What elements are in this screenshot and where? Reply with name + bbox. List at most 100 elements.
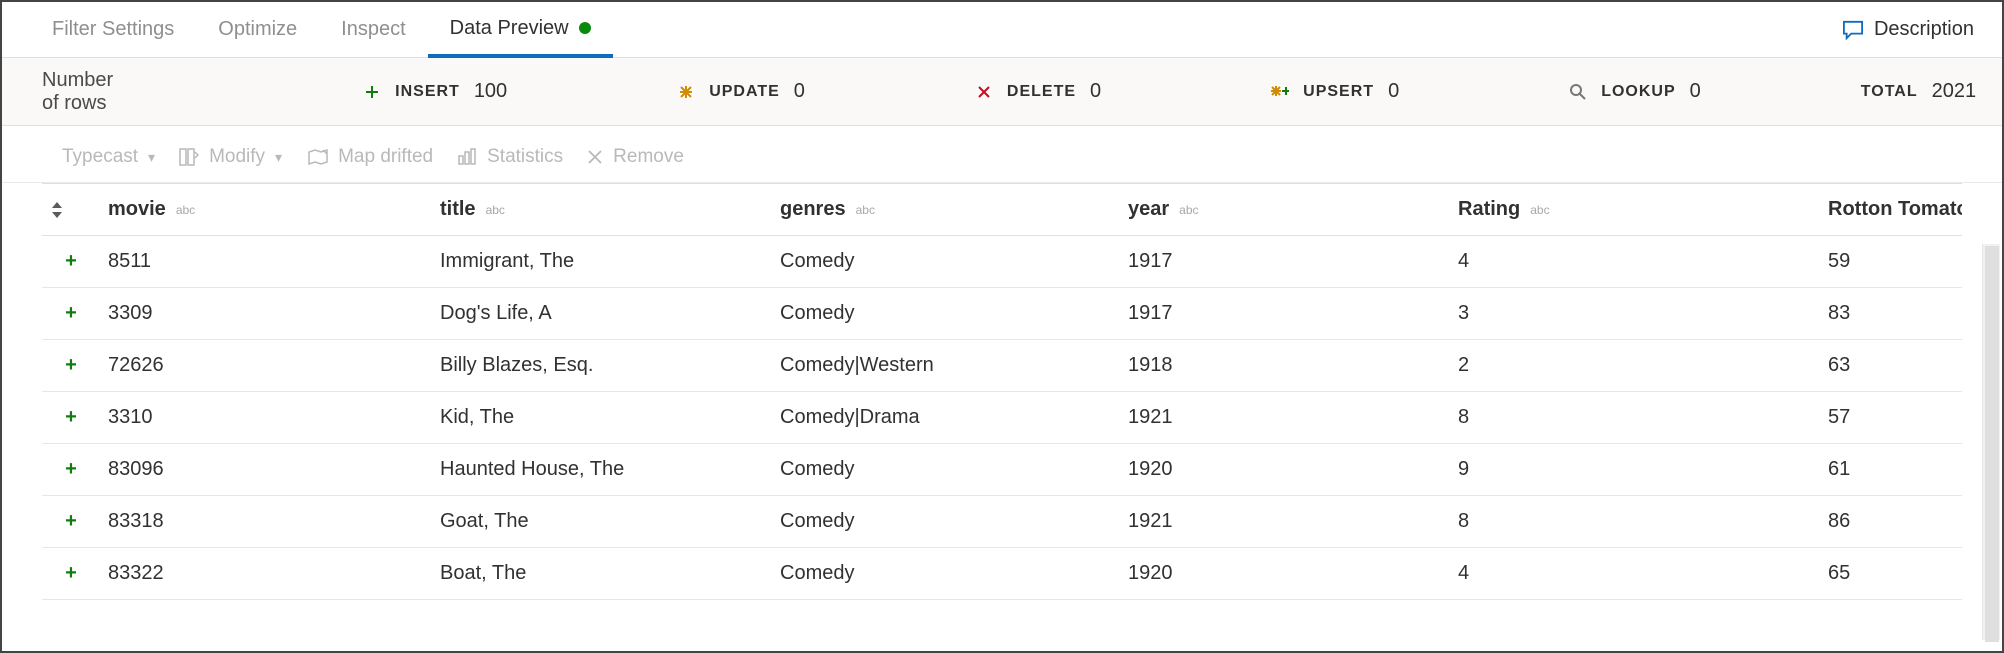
cell-rating: 4 <box>1450 548 1820 600</box>
stats-title: Number of rows <box>42 69 113 115</box>
cell-rotten: 83 <box>1820 288 1962 340</box>
table-row[interactable]: +83322Boat, TheComedy1920465 <box>42 548 1962 600</box>
col-label: genres <box>780 198 846 220</box>
tab-optimize[interactable]: Optimize <box>196 2 319 58</box>
tabs-bar: Filter Settings Optimize Inspect Data Pr… <box>2 2 2002 58</box>
row-stats-bar: Number of rows INSERT 100 UPDATE 0 DELET… <box>2 58 2002 126</box>
stat-value: 0 <box>1090 80 1101 103</box>
stat-label: UPDATE <box>709 83 780 101</box>
stat-update: UPDATE 0 <box>677 80 805 103</box>
cell-rating: 9 <box>1450 444 1820 496</box>
tab-filter-settings[interactable]: Filter Settings <box>30 2 196 58</box>
cell-rating: 4 <box>1450 236 1820 288</box>
cell-rating: 8 <box>1450 392 1820 444</box>
type-badge: abc <box>486 203 505 217</box>
stat-lookup: LOOKUP 0 <box>1569 80 1701 103</box>
cell-year: 1917 <box>1120 236 1450 288</box>
cell-rating: 2 <box>1450 340 1820 392</box>
cell-rating: 3 <box>1450 288 1820 340</box>
stat-value: 0 <box>794 80 805 103</box>
col-genres[interactable]: genres abc <box>772 184 1120 236</box>
tool-label: Modify <box>209 146 265 168</box>
tool-label: Typecast <box>62 146 138 168</box>
stat-total: TOTAL 2021 <box>1861 80 1976 103</box>
tool-label: Map drifted <box>338 146 433 168</box>
row-insert-icon: + <box>42 444 100 496</box>
cell-title: Boat, The <box>432 548 772 600</box>
cell-genres: Comedy <box>772 548 1120 600</box>
cell-rotten: 63 <box>1820 340 1962 392</box>
columns-icon <box>179 148 199 166</box>
col-rotten[interactable]: Rotton Tomato <box>1820 184 1962 236</box>
map-drifted-button[interactable]: Map drifted <box>306 146 433 168</box>
stat-delete: DELETE 0 <box>975 80 1101 103</box>
cell-rotten: 65 <box>1820 548 1962 600</box>
col-rating[interactable]: Rating abc <box>1450 184 1820 236</box>
table-row[interactable]: +72626Billy Blazes, Esq.Comedy|Western19… <box>42 340 1962 392</box>
tab-inspect[interactable]: Inspect <box>319 2 427 58</box>
cell-genres: Comedy|Drama <box>772 392 1120 444</box>
data-table: movie abc title abc genres abc yearabc Rati… <box>42 183 1962 600</box>
cell-genres: Comedy|Western <box>772 340 1120 392</box>
table-row[interactable]: +3309Dog's Life, AComedy1917383 <box>42 288 1962 340</box>
type-badge: abc <box>856 203 875 217</box>
cell-year: 1918 <box>1120 340 1450 392</box>
tab-label: Inspect <box>341 18 405 41</box>
asterisk-plus-icon <box>1271 83 1289 101</box>
data-table-wrap: movie abc title abc genres abc yearabc Rati… <box>42 183 1962 600</box>
scrollbar-thumb[interactable] <box>1985 246 1999 642</box>
col-label: Rating <box>1458 198 1520 220</box>
row-insert-icon: + <box>42 392 100 444</box>
stat-value: 100 <box>474 80 507 103</box>
type-badge: abc <box>1179 203 1198 217</box>
col-movie[interactable]: movie abc <box>100 184 432 236</box>
tab-label: Filter Settings <box>52 18 174 41</box>
col-year[interactable]: yearabc <box>1120 184 1450 236</box>
search-icon <box>1569 83 1587 101</box>
tab-label: Data Preview <box>450 17 569 40</box>
table-row[interactable]: +83318Goat, TheComedy1921886 <box>42 496 1962 548</box>
cell-rating: 8 <box>1450 496 1820 548</box>
cell-title: Haunted House, The <box>432 444 772 496</box>
typecast-button[interactable]: Typecast ▾ <box>62 146 155 168</box>
cell-genres: Comedy <box>772 288 1120 340</box>
x-icon <box>975 83 993 101</box>
tab-data-preview[interactable]: Data Preview <box>428 2 613 58</box>
tab-label: Optimize <box>218 18 297 41</box>
table-toolbar: Typecast ▾ Modify ▾ Map drifted Statisti… <box>2 132 2002 183</box>
table-row[interactable]: +3310Kid, TheComedy|Drama1921857 <box>42 392 1962 444</box>
cell-movie: 83322 <box>100 548 432 600</box>
cell-year: 1917 <box>1120 288 1450 340</box>
statistics-button[interactable]: Statistics <box>457 146 563 168</box>
modify-button[interactable]: Modify ▾ <box>179 146 282 168</box>
stat-label: DELETE <box>1007 83 1076 101</box>
sort-column-header[interactable] <box>42 184 100 236</box>
cell-genres: Comedy <box>772 444 1120 496</box>
cell-rotten: 61 <box>1820 444 1962 496</box>
header-row: movie abc title abc genres abc yearabc Rati… <box>42 184 1962 236</box>
cell-year: 1920 <box>1120 548 1450 600</box>
cell-title: Kid, The <box>432 392 772 444</box>
type-badge: abc <box>176 203 195 217</box>
tool-label: Remove <box>613 146 684 168</box>
cell-title: Immigrant, The <box>432 236 772 288</box>
table-row[interactable]: +8511Immigrant, TheComedy1917459 <box>42 236 1962 288</box>
table-row[interactable]: +83096Haunted House, TheComedy1920961 <box>42 444 1962 496</box>
col-label: Rotton Tomato <box>1828 198 1962 220</box>
chevron-down-icon: ▾ <box>148 149 155 166</box>
x-icon <box>587 149 603 165</box>
remove-button[interactable]: Remove <box>587 146 684 168</box>
stat-label: TOTAL <box>1861 83 1918 101</box>
type-badge: abc <box>1530 203 1549 217</box>
sort-icon <box>50 201 92 219</box>
vertical-scrollbar[interactable] <box>1982 244 2000 640</box>
col-label: movie <box>108 198 166 220</box>
cell-year: 1921 <box>1120 496 1450 548</box>
col-title[interactable]: title abc <box>432 184 772 236</box>
stat-label: UPSERT <box>1303 83 1374 101</box>
cell-genres: Comedy <box>772 236 1120 288</box>
description-button[interactable]: Description <box>1842 18 1974 41</box>
col-label: title <box>440 198 476 220</box>
cell-movie: 83096 <box>100 444 432 496</box>
stat-value: 2021 <box>1932 80 1977 103</box>
